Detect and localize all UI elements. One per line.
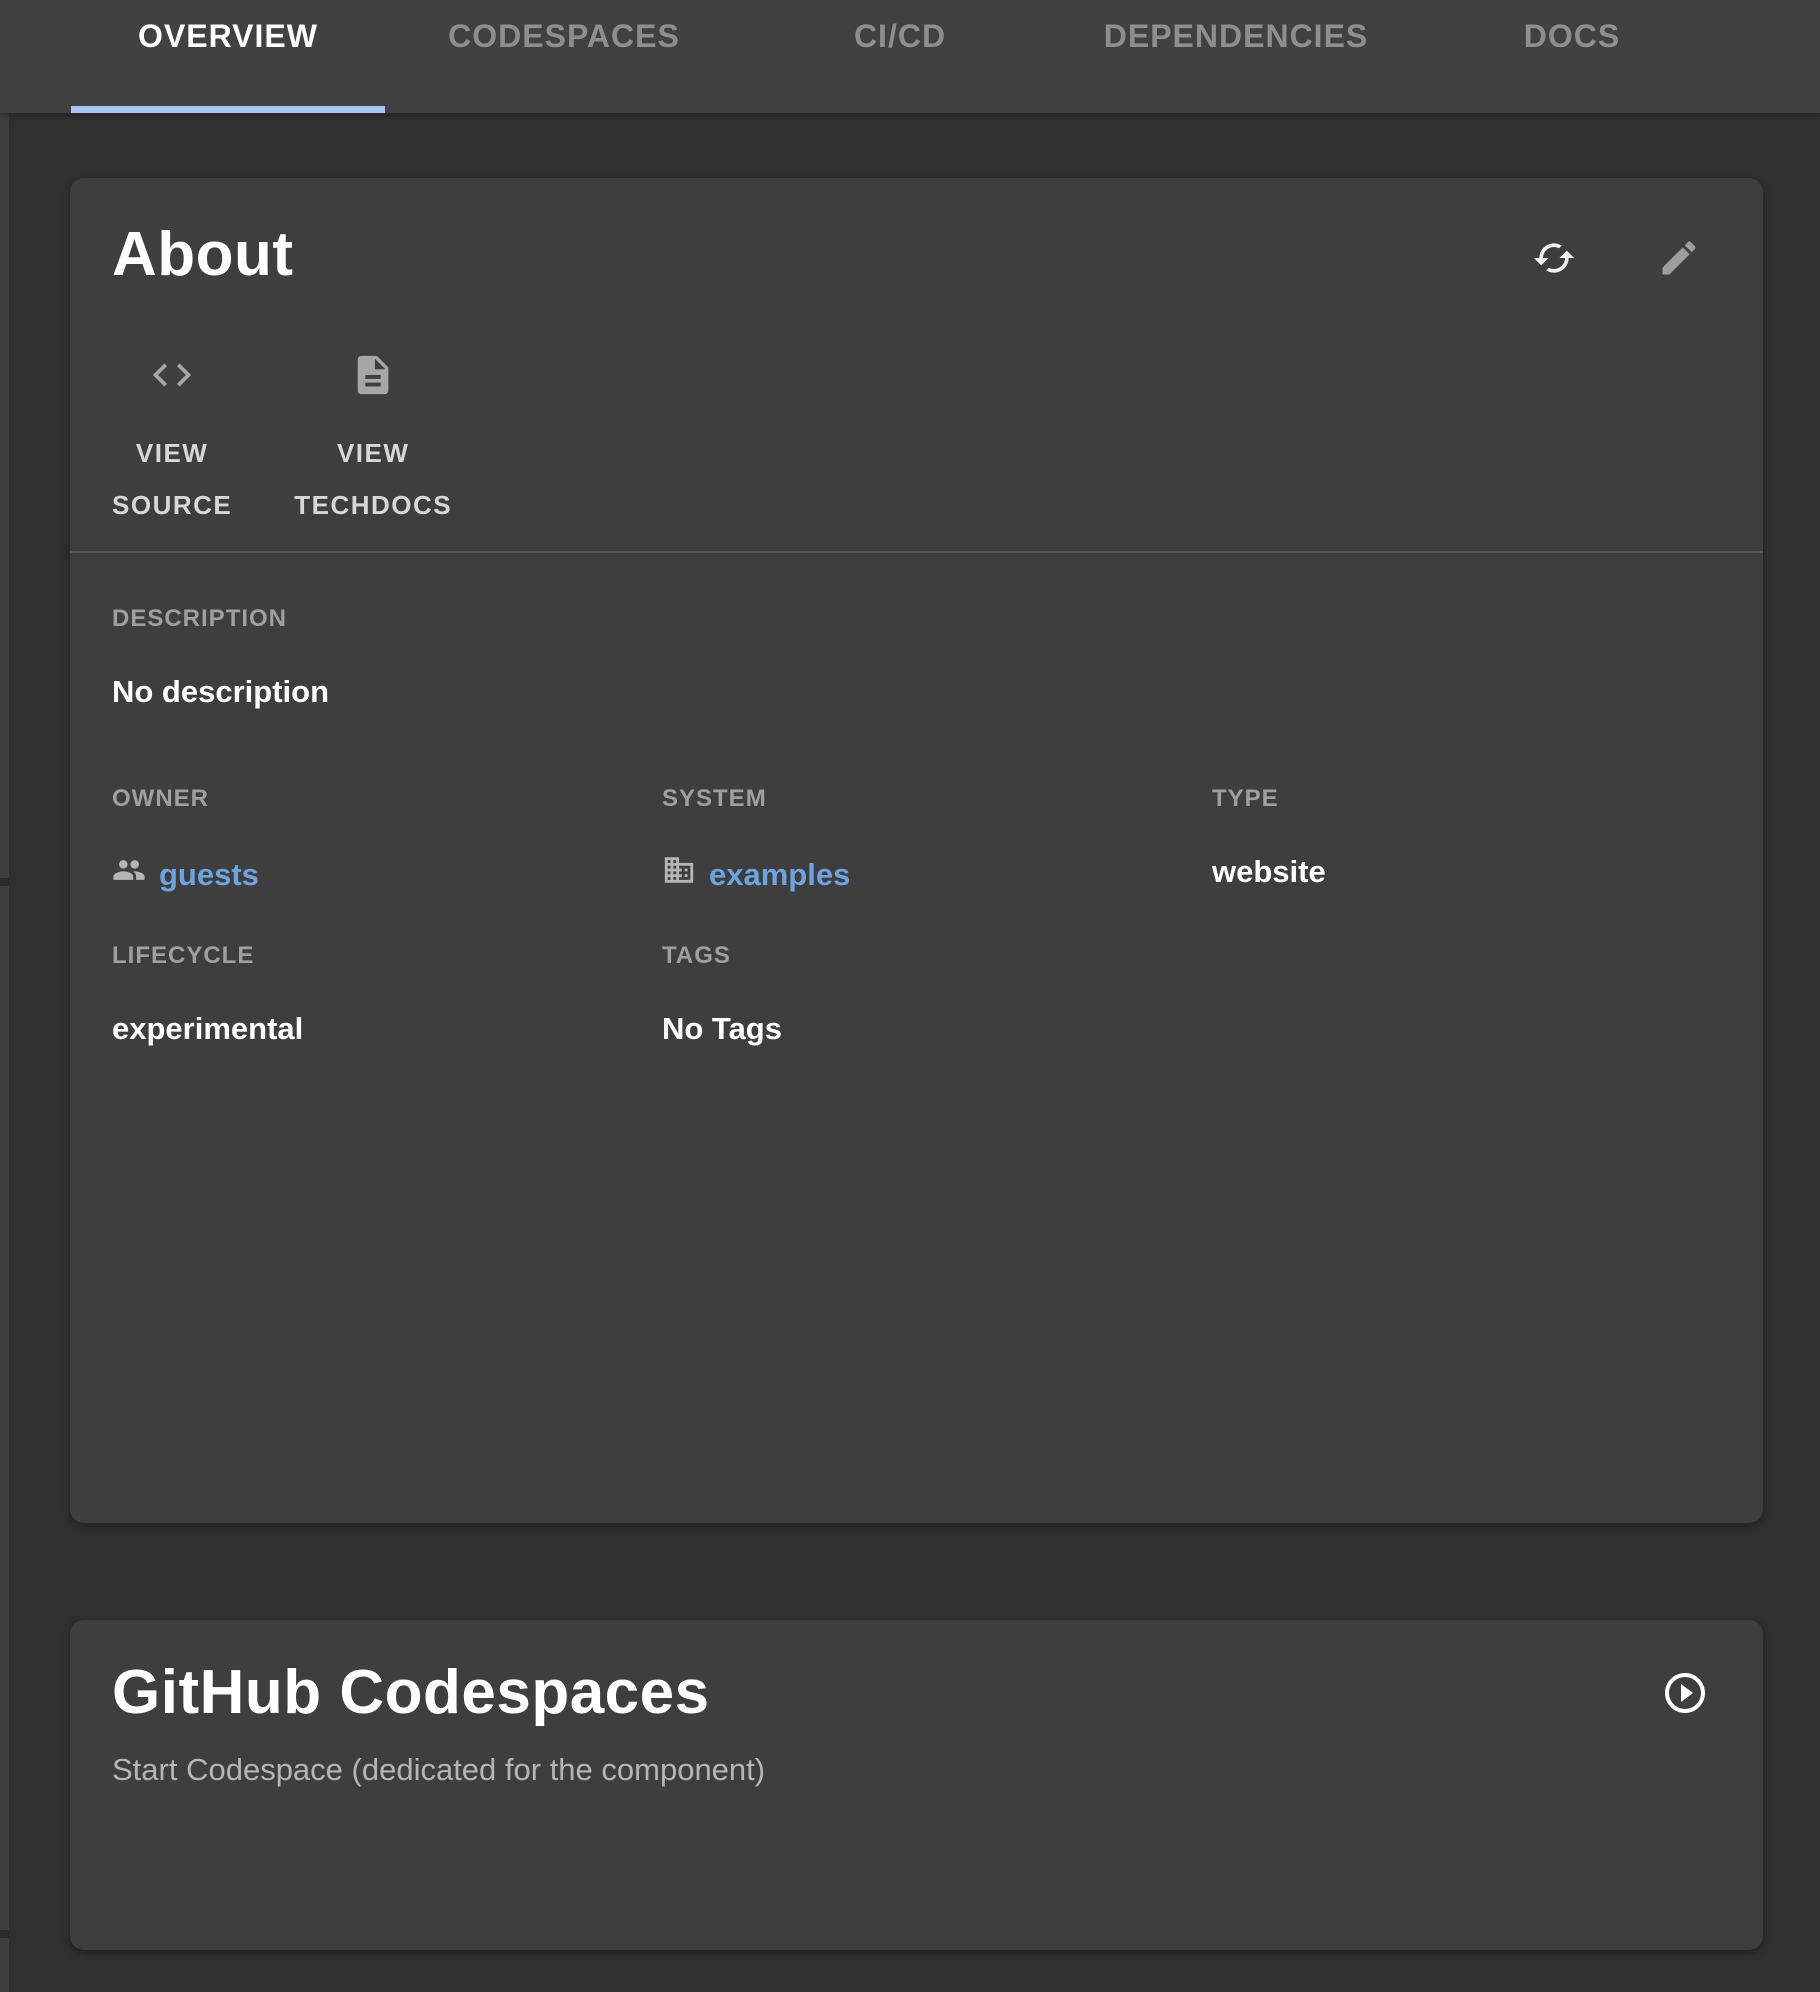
field-lifecycle: LIFECYCLE experimental: [112, 942, 662, 1048]
start-codespace-button[interactable]: [1661, 1670, 1709, 1718]
description-label: DESCRIPTION: [112, 605, 1721, 633]
domain-icon: [662, 853, 709, 896]
owner-link-label: guests: [159, 856, 259, 894]
tab-codespaces-label: CODESPACES: [448, 16, 680, 113]
about-card-title: About: [112, 218, 294, 292]
cached-icon: [1532, 236, 1576, 283]
left-panel-edge: [0, 113, 9, 1992]
about-card: About VIEW SOURCE: [70, 178, 1763, 1523]
field-owner: OWNER guests: [112, 785, 662, 896]
about-card-divider: [70, 551, 1763, 553]
edit-button[interactable]: [1655, 235, 1703, 283]
entity-overview-page: OVERVIEW CODESPACES CI/CD DEPENDENCIES D…: [0, 0, 1820, 1992]
edit-icon: [1657, 236, 1701, 283]
codespaces-card-title: GitHub Codespaces: [112, 1656, 710, 1730]
field-type: TYPE website: [1212, 785, 1721, 896]
tab-dependencies-label: DEPENDENCIES: [1104, 16, 1369, 113]
tab-ci-cd[interactable]: CI/CD: [732, 0, 1068, 113]
codespaces-card-subtitle: Start Codespace (dedicated for the compo…: [112, 1750, 765, 1790]
tab-docs[interactable]: DOCS: [1404, 0, 1740, 113]
tab-overview[interactable]: OVERVIEW: [60, 0, 396, 113]
view-source-label: VIEW SOURCE: [112, 427, 232, 531]
system-link[interactable]: examples: [662, 853, 850, 896]
lifecycle-value: experimental: [112, 1010, 662, 1048]
about-card-actions: [1530, 235, 1703, 283]
lifecycle-label: LIFECYCLE: [112, 942, 662, 970]
refresh-button[interactable]: [1530, 235, 1578, 283]
system-link-label: examples: [709, 856, 850, 894]
tab-dependencies[interactable]: DEPENDENCIES: [1068, 0, 1404, 113]
field-system: SYSTEM examples: [662, 785, 1212, 896]
type-label: TYPE: [1212, 785, 1721, 813]
view-techdocs-label: VIEW TECHDOCS: [294, 427, 452, 531]
tab-docs-label: DOCS: [1524, 16, 1620, 113]
group-icon: [112, 853, 159, 896]
about-fields-row-1: OWNER guests SYSTEM: [112, 785, 1721, 896]
tab-codespaces[interactable]: CODESPACES: [396, 0, 732, 113]
tab-ci-cd-label: CI/CD: [854, 16, 946, 113]
github-codespaces-card: GitHub Codespaces Start Codespace (dedic…: [70, 1620, 1763, 1950]
play-circle-icon: [1661, 1669, 1709, 1720]
field-tags: TAGS No Tags: [662, 942, 1212, 1048]
description-value: No description: [112, 673, 1721, 711]
left-panel-divider: [0, 878, 9, 886]
about-card-links: VIEW SOURCE VIEW TECHDOCS: [112, 352, 514, 531]
system-label: SYSTEM: [662, 785, 1212, 813]
about-fields-row-2: LIFECYCLE experimental TAGS No Tags: [112, 942, 1721, 1048]
code-icon: [149, 352, 195, 403]
owner-label: OWNER: [112, 785, 662, 813]
type-value: website: [1212, 853, 1721, 891]
view-techdocs-link[interactable]: VIEW TECHDOCS: [294, 352, 452, 531]
view-source-link[interactable]: VIEW SOURCE: [112, 352, 232, 531]
about-card-content: DESCRIPTION No description OWNER guests: [112, 605, 1721, 1048]
entity-tab-bar: OVERVIEW CODESPACES CI/CD DEPENDENCIES D…: [0, 0, 1820, 113]
owner-link[interactable]: guests: [112, 853, 259, 896]
active-tab-indicator: [71, 106, 385, 113]
docs-icon: [350, 352, 396, 403]
field-description: DESCRIPTION No description: [112, 605, 1721, 711]
left-panel-divider: [0, 1930, 9, 1938]
tab-overview-label: OVERVIEW: [138, 16, 318, 113]
tags-label: TAGS: [662, 942, 1212, 970]
tags-value: No Tags: [662, 1010, 1212, 1048]
